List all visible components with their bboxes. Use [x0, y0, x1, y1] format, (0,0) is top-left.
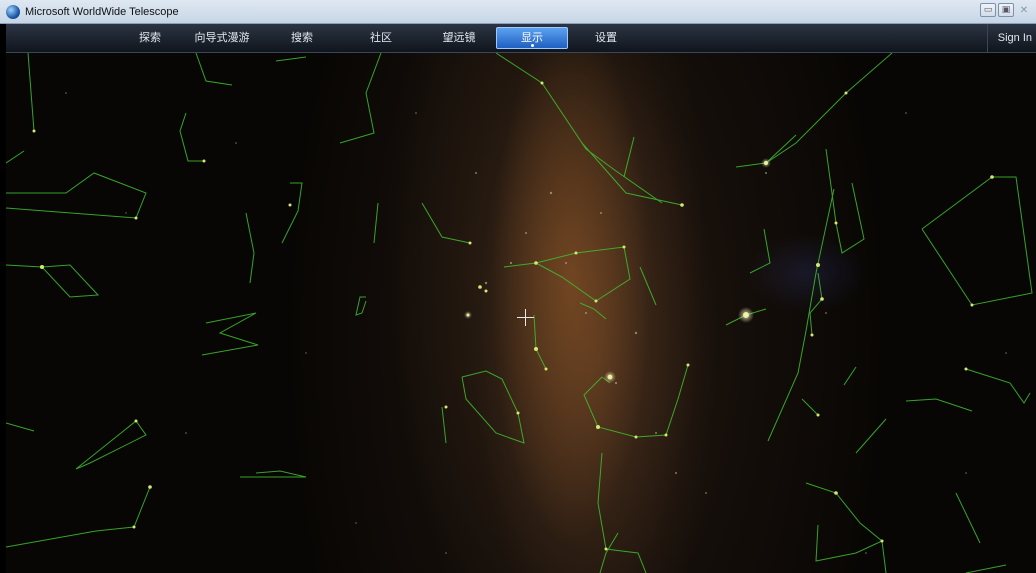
menu-community[interactable]: 社区: [361, 24, 401, 52]
menu-explore[interactable]: 探索: [130, 24, 170, 52]
crosshair-icon: [517, 309, 534, 326]
bright-stars: [464, 158, 771, 383]
minimize-button[interactable]: ▭: [980, 3, 996, 17]
window-title: Microsoft WorldWide Telescope: [25, 5, 179, 18]
menu-bar: 探索 向导式漫游 搜索 社区 望远镜 显示 设置 Sign In: [6, 24, 1036, 53]
menu-settings[interactable]: 设置: [586, 24, 626, 52]
menu-guided-tours[interactable]: 向导式漫游: [190, 24, 254, 52]
menu-view[interactable]: 显示: [496, 27, 568, 49]
menu-search[interactable]: 搜索: [282, 24, 322, 52]
menu-telescope[interactable]: 望远镜: [434, 24, 484, 52]
close-button[interactable]: ✕: [1016, 3, 1032, 17]
sign-in-button[interactable]: Sign In: [986, 24, 1032, 52]
restore-button[interactable]: ▣: [998, 3, 1014, 17]
window-controls: ▭ ▣ ✕: [980, 3, 1032, 17]
menu-view-label: 显示: [521, 31, 543, 44]
sky-view[interactable]: [6, 53, 1036, 573]
app-icon: [6, 4, 20, 19]
constellation-stars: [32, 81, 994, 551]
title-bar: Microsoft WorldWide Telescope ▭ ▣ ✕: [0, 0, 1036, 24]
active-indicator-icon: [531, 44, 534, 47]
